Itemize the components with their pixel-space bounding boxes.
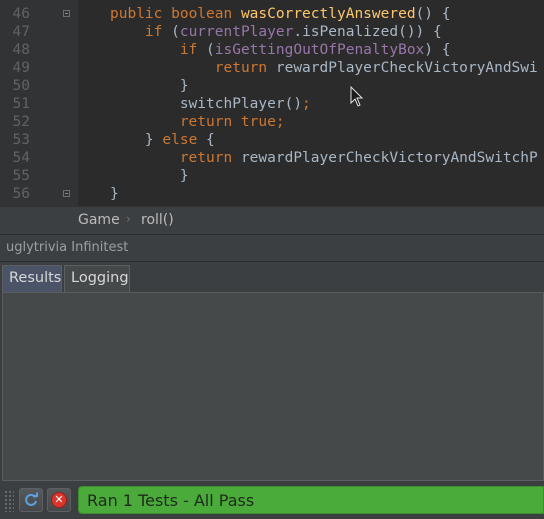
code-token: isGettingOutOfPenaltyBox [214, 42, 425, 58]
line-number: 54 [12, 150, 30, 166]
code-text: public boolean wasCorrectlyAnswered() { [110, 5, 450, 23]
code-text: return rewardPlayerCheckVictoryAndSwitch… [180, 149, 538, 167]
tool-window-tabs: Results Logging [0, 262, 544, 292]
code-token: ; [302, 96, 311, 112]
toolbar-grip-handle[interactable] [4, 490, 14, 512]
code-line[interactable]: 51 switchPlayer(); [0, 95, 544, 113]
code-token: wasCorrectlyAnswered [240, 6, 416, 22]
line-number: 49 [12, 60, 30, 76]
code-token: ( [206, 42, 215, 58]
test-status-bar: ✕ Ran 1 Tests - All Pass [0, 482, 544, 519]
code-line[interactable]: 47 if (currentPlayer.isPenalized()) { [0, 23, 544, 41]
code-token: return true; [179, 114, 285, 130]
tool-window-title-bar[interactable]: uglytrivia Infinitest [0, 234, 544, 262]
line-number: 55 [12, 168, 30, 184]
code-token: rewardPlayerCheckVictoryAndSwitchP [240, 150, 538, 166]
stop-icon: ✕ [51, 492, 67, 508]
tab-logging[interactable]: Logging [64, 265, 130, 292]
code-line[interactable]: 52 return true; [0, 113, 544, 131]
code-token: rewardPlayerCheckVictoryAndSwi [275, 60, 538, 76]
code-token: currentPlayer [179, 24, 294, 40]
mouse-cursor-icon [350, 86, 364, 107]
breadcrumb-separator: › [126, 212, 131, 226]
code-token: .isPenalized()) { [293, 24, 442, 40]
code-line[interactable]: 53} else { [0, 131, 544, 149]
rerun-tests-button[interactable] [19, 488, 43, 512]
code-token: } [110, 186, 119, 202]
line-number: 56 [12, 186, 30, 202]
code-text: switchPlayer(); [180, 95, 311, 113]
line-number: 48 [12, 42, 30, 58]
code-line[interactable]: 54 return rewardPlayerCheckVictoryAndSwit… [0, 149, 544, 167]
code-text: return rewardPlayerCheckVictoryAndSwi [215, 59, 538, 77]
breadcrumb: Game › roll() [0, 206, 544, 235]
line-number: 53 [12, 132, 30, 148]
code-token: { [206, 132, 215, 148]
code-token: switchPlayer() [179, 96, 303, 112]
code-line[interactable]: 49 return rewardPlayerCheckVictoryAndSwi [0, 59, 544, 77]
code-token: () { [415, 6, 451, 22]
stop-tests-button[interactable]: ✕ [47, 488, 71, 512]
tab-results[interactable]: Results [2, 265, 62, 292]
line-number: 50 [12, 78, 30, 94]
rerun-icon [25, 492, 38, 506]
line-number: 51 [12, 96, 30, 112]
line-number: 47 [12, 24, 30, 40]
code-text: return true; [180, 113, 285, 131]
code-token: if [179, 42, 207, 58]
code-text: } [180, 77, 189, 95]
test-result-message: Ran 1 Tests - All Pass [87, 491, 255, 510]
code-token: } [179, 168, 189, 184]
code-text: } [110, 185, 119, 203]
code-text: } else { [145, 131, 215, 149]
code-line[interactable]: 46 public boolean wasCorrectlyAnswered() … [0, 5, 544, 23]
code-line[interactable]: 55} [0, 167, 544, 185]
code-token: } [179, 78, 189, 94]
code-line[interactable]: 50} [0, 77, 544, 95]
line-number: 46 [12, 6, 30, 22]
code-token: return [214, 60, 276, 76]
code-editor[interactable]: 46 public boolean wasCorrectlyAnswered() … [0, 0, 544, 206]
code-text: if (currentPlayer.isPenalized()) { [145, 23, 442, 41]
code-token: else [162, 132, 207, 148]
line-number: 52 [12, 114, 30, 130]
code-token: return [179, 150, 241, 166]
results-panel[interactable] [2, 292, 544, 481]
code-line[interactable]: 56} [0, 185, 544, 203]
tool-window-title: uglytrivia Infinitest [6, 240, 129, 255]
code-text: } [180, 167, 189, 185]
code-token: public boolean [110, 6, 241, 22]
ide-window: 46 public boolean wasCorrectlyAnswered() … [0, 0, 544, 519]
test-result-bar: Ran 1 Tests - All Pass [78, 486, 544, 514]
code-token: if [144, 24, 172, 40]
code-line[interactable]: 48 if (isGettingOutOfPenaltyBox) { [0, 41, 544, 59]
code-token: ( [171, 24, 180, 40]
code-text: if (isGettingOutOfPenaltyBox) { [180, 41, 451, 59]
fold-marker-icon[interactable] [63, 10, 70, 17]
code-token: ) { [424, 42, 451, 58]
breadcrumb-item-method[interactable]: roll() [141, 212, 174, 228]
code-token: } [144, 132, 163, 148]
fold-marker-icon[interactable] [63, 190, 70, 197]
breadcrumb-item-class[interactable]: Game [78, 212, 120, 228]
